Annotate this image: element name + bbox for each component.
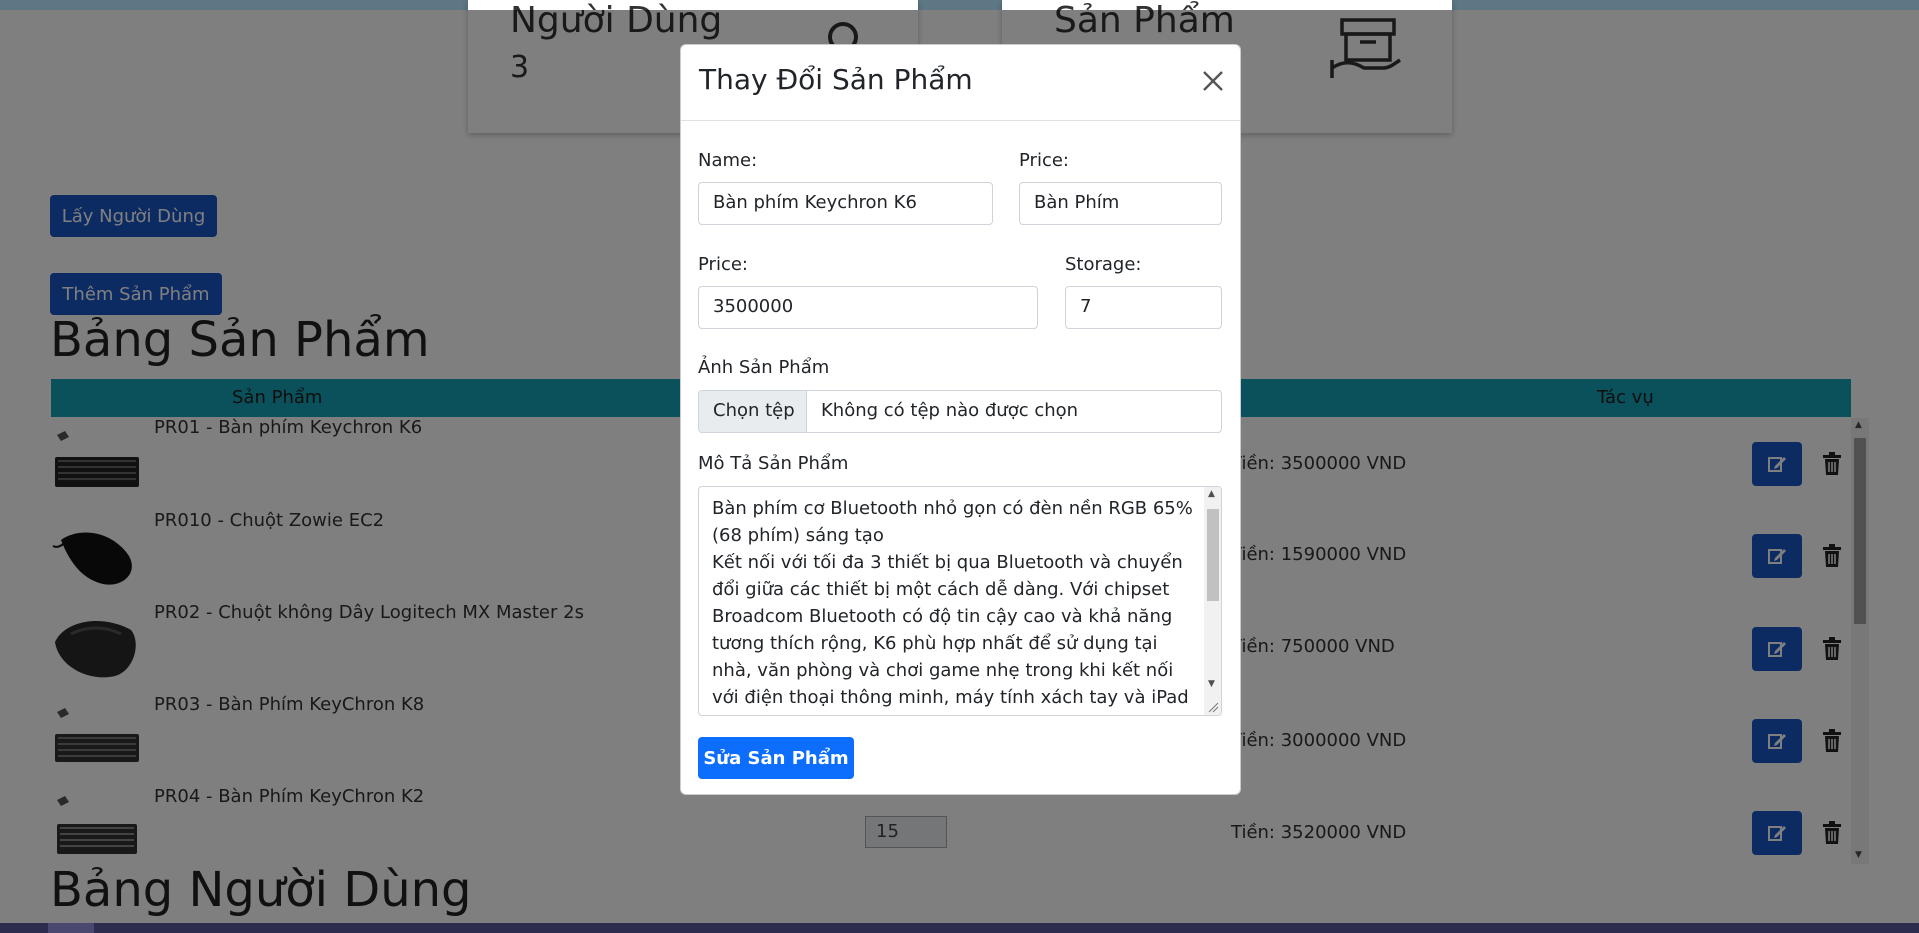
resize-handle-icon[interactable] [1207, 701, 1219, 713]
bottom-bar-segment [48, 923, 94, 933]
image-file-input[interactable]: Chọn tệp Không có tệp nào được chọn [698, 390, 1222, 433]
description-textarea[interactable]: Bàn phím cơ Bluetooth nhỏ gọn có đèn nền… [698, 486, 1222, 716]
price-input[interactable]: 3500000 [698, 286, 1038, 329]
category-label: Price: [1019, 150, 1069, 171]
modal-title: Thay Đổi Sản Phẩm [699, 63, 973, 96]
name-input[interactable]: Bàn phím Keychron K6 [698, 182, 993, 225]
no-file-text: Không có tệp nào được chọn [821, 400, 1079, 421]
update-product-button[interactable]: Sửa Sản Phẩm [698, 737, 854, 779]
top-bar [0, 0, 1919, 10]
category-input[interactable]: Bàn Phím [1019, 182, 1222, 225]
textarea-scrollbar-thumb[interactable] [1207, 509, 1219, 601]
description-text: Bàn phím cơ Bluetooth nhỏ gọn có đèn nền… [712, 498, 1193, 708]
description-label: Mô Tả Sản Phẩm [698, 453, 849, 474]
close-icon[interactable] [1201, 69, 1225, 93]
scroll-up-arrow-icon[interactable]: ▲ [1208, 489, 1215, 499]
price-label: Price: [698, 254, 748, 275]
edit-product-modal: Thay Đổi Sản Phẩm Name: Bàn phím Keychro… [680, 44, 1241, 795]
name-label: Name: [698, 150, 758, 171]
storage-label: Storage: [1065, 254, 1142, 275]
storage-input[interactable]: 7 [1065, 286, 1222, 329]
bottom-bar [0, 923, 1919, 933]
image-label: Ảnh Sản Phẩm [698, 357, 830, 378]
choose-file-button[interactable]: Chọn tệp [699, 391, 807, 432]
modal-header: Thay Đổi Sản Phẩm [681, 45, 1240, 121]
textarea-scrollbar[interactable]: ▲ ▼ [1204, 487, 1221, 715]
scroll-down-arrow-icon[interactable]: ▼ [1208, 679, 1215, 689]
